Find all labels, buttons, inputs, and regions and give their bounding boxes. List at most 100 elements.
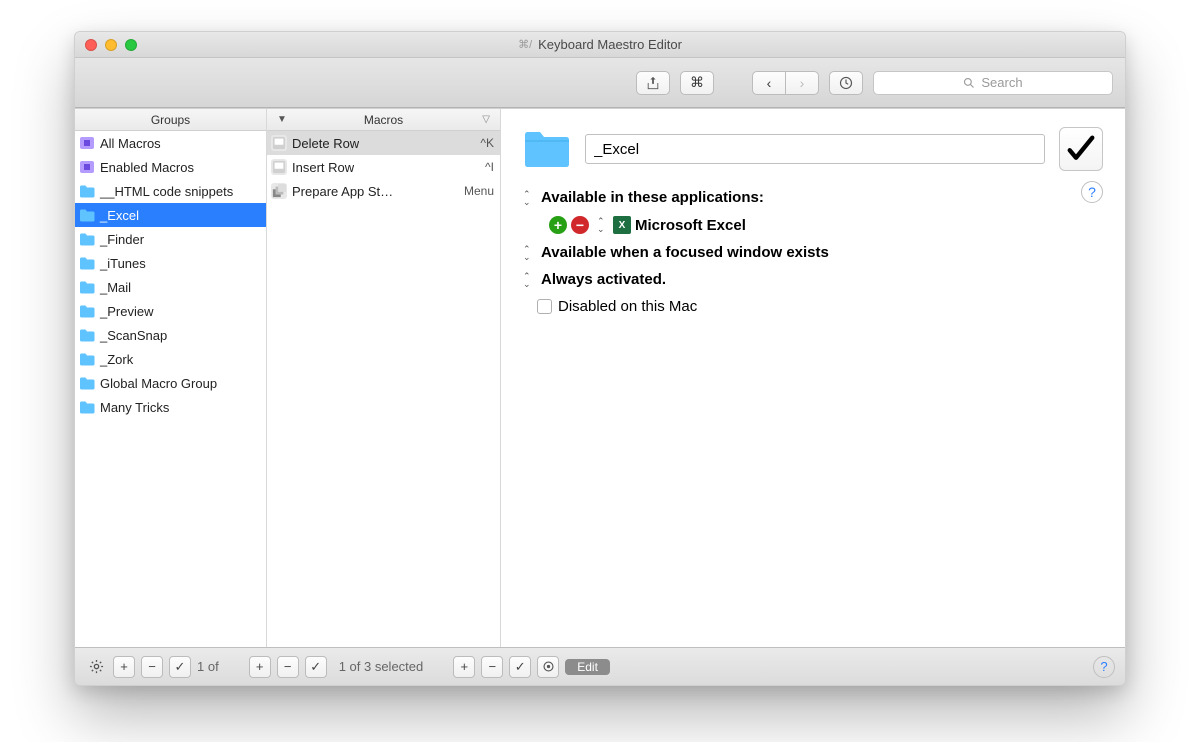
toolbar: ⌘ ‹ › Search <box>75 58 1125 108</box>
app-window: ⌘/ Keyboard Maestro Editor ⌘ ‹ › Search … <box>74 31 1126 686</box>
close-window-button[interactable] <box>85 39 97 51</box>
disabled-row[interactable]: Disabled on this Mac <box>537 298 1103 315</box>
back-button[interactable]: ‹ <box>752 71 786 95</box>
window-condition-label: Available when a focused window exists <box>541 244 829 261</box>
history-button[interactable] <box>829 71 863 95</box>
sort-descending-icon[interactable]: ▼ <box>277 109 287 131</box>
stepper-icon[interactable] <box>523 190 533 206</box>
available-apps-row[interactable]: Available in these applications: <box>523 189 1103 206</box>
folder-icon <box>79 256 95 270</box>
macro-row[interactable]: Insert Row^I <box>267 155 500 179</box>
shortcuts-button[interactable]: ⌘ <box>680 71 714 95</box>
group-row[interactable]: __HTML code snippets <box>75 179 266 203</box>
excel-icon: X <box>613 216 631 234</box>
share-button[interactable] <box>636 71 670 95</box>
group-row[interactable]: Enabled Macros <box>75 155 266 179</box>
help-button[interactable]: ? <box>1081 181 1103 203</box>
smart-folder-icon <box>79 136 95 150</box>
detail-settings: Available in these applications: + − X M… <box>523 189 1103 315</box>
group-label: __HTML code snippets <box>100 184 233 199</box>
macro-row[interactable]: Prepare App St… Menu <box>267 179 500 203</box>
group-enabled-toggle[interactable] <box>1059 127 1103 171</box>
macros-header-label: Macros <box>364 113 403 127</box>
forward-button[interactable]: › <box>785 71 819 95</box>
stepper-icon[interactable] <box>523 272 533 288</box>
gear-button[interactable] <box>85 656 107 678</box>
folder-icon <box>79 304 95 318</box>
enable-group-button[interactable]: ✓ <box>169 656 191 678</box>
detail-header <box>523 127 1103 171</box>
groups-column: Groups All Macros Enabled Macros __HTML co… <box>75 109 267 647</box>
macro-shortcut: Menu <box>464 184 494 198</box>
add-app-button[interactable]: + <box>549 216 567 234</box>
group-row[interactable]: Global Macro Group <box>75 371 266 395</box>
window-title: ⌘/ Keyboard Maestro Editor <box>75 37 1125 52</box>
folder-icon <box>79 280 95 294</box>
group-row[interactable]: _ScanSnap <box>75 323 266 347</box>
filter-icon[interactable]: ▽ <box>482 109 490 131</box>
zoom-window-button[interactable] <box>125 39 137 51</box>
group-row[interactable]: _Zork <box>75 347 266 371</box>
group-label: _iTunes <box>100 256 146 271</box>
group-label: Enabled Macros <box>100 160 194 175</box>
macros-list[interactable]: Delete Row^KInsert Row^I Prepare App St… M… <box>267 131 500 647</box>
group-row[interactable]: _Excel <box>75 203 266 227</box>
stepper-icon[interactable] <box>597 217 607 233</box>
groups-header[interactable]: Groups <box>75 109 266 131</box>
chevron-left-icon: ‹ <box>767 75 772 91</box>
remove-action-button[interactable]: − <box>481 656 503 678</box>
help-button-bottom[interactable]: ? <box>1093 656 1115 678</box>
add-group-button[interactable]: + <box>113 656 135 678</box>
remove-app-button[interactable]: − <box>571 216 589 234</box>
folder-icon <box>79 352 95 366</box>
stepper-icon[interactable] <box>523 245 533 261</box>
group-label: _Mail <box>100 280 131 295</box>
disabled-label: Disabled on this Mac <box>558 298 697 315</box>
folder-icon <box>79 400 95 414</box>
macro-label: Insert Row <box>292 160 354 175</box>
available-apps-label: Available in these applications: <box>541 189 764 206</box>
macros-header[interactable]: ▼ Macros ▽ <box>267 109 500 131</box>
group-label: _Zork <box>100 352 133 367</box>
group-row[interactable]: All Macros <box>75 131 266 155</box>
group-row[interactable]: _iTunes <box>75 251 266 275</box>
macro-label: Prepare App St… <box>292 184 393 199</box>
macro-shortcut: ^K <box>480 136 494 150</box>
macros-column: ▼ Macros ▽ Delete Row^KInsert Row^IPrepa… <box>267 109 501 647</box>
activation-row[interactable]: Always activated. <box>523 271 1103 288</box>
add-action-button[interactable]: + <box>453 656 475 678</box>
search-icon <box>963 77 975 89</box>
group-row[interactable]: _Mail <box>75 275 266 299</box>
enable-macro-button[interactable]: ✓ <box>305 656 327 678</box>
group-row[interactable]: Many Tricks <box>75 395 266 419</box>
group-row[interactable]: _Finder <box>75 227 266 251</box>
command-icon: ⌘ <box>690 74 704 91</box>
share-icon <box>646 76 660 90</box>
add-macro-button[interactable]: + <box>249 656 271 678</box>
edit-toggle[interactable]: Edit <box>565 659 610 675</box>
nav-group: ‹ › <box>752 71 819 95</box>
group-name-input[interactable] <box>585 134 1045 164</box>
main-columns: Groups All Macros Enabled Macros __HTML co… <box>75 108 1125 647</box>
group-label: _Finder <box>100 232 144 247</box>
record-button[interactable] <box>537 656 559 678</box>
window-title-label: Keyboard Maestro Editor <box>538 37 682 52</box>
disabled-checkbox[interactable] <box>537 299 552 314</box>
group-row[interactable]: _Preview <box>75 299 266 323</box>
macro-row[interactable]: Delete Row^K <box>267 131 500 155</box>
groups-status-label: 1 of <box>197 659 219 674</box>
remove-group-button[interactable]: − <box>141 656 163 678</box>
titlebar: ⌘/ Keyboard Maestro Editor <box>75 32 1125 58</box>
enable-action-button[interactable]: ✓ <box>509 656 531 678</box>
chevron-right-icon: › <box>800 75 805 91</box>
groups-list[interactable]: All Macros Enabled Macros __HTML code snip… <box>75 131 266 647</box>
remove-macro-button[interactable]: − <box>277 656 299 678</box>
minimize-window-button[interactable] <box>105 39 117 51</box>
window-condition-row[interactable]: Available when a focused window exists <box>523 244 1103 261</box>
folder-icon <box>79 232 95 246</box>
group-icon[interactable] <box>523 129 571 169</box>
search-field[interactable]: Search <box>873 71 1113 95</box>
group-label: Global Macro Group <box>100 376 217 391</box>
app-name-label[interactable]: Microsoft Excel <box>635 217 746 234</box>
app-icon <box>271 135 287 151</box>
